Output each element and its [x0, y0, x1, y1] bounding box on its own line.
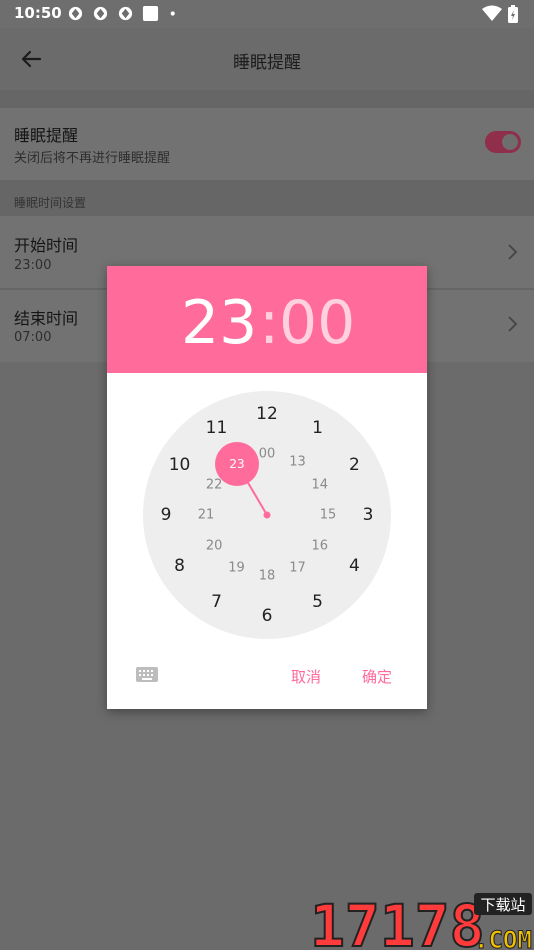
hour-outer-12[interactable]: 12: [256, 404, 278, 424]
watermark-number: 17178: [310, 892, 485, 950]
site-watermark-logo: 17178 下载站 .COM: [310, 891, 532, 950]
hour-outer-4[interactable]: 4: [349, 556, 360, 576]
clock-face[interactable]: 1212345678910110013141516171819202122232…: [143, 391, 391, 639]
hour-outer-8[interactable]: 8: [174, 556, 185, 576]
hour-inner-17[interactable]: 17: [289, 560, 306, 575]
chevron-right-icon: [508, 244, 518, 260]
watermark-domain: .COM: [474, 926, 532, 950]
hour-inner-16[interactable]: 16: [312, 538, 329, 553]
hour-outer-11[interactable]: 11: [206, 418, 228, 438]
dot-icon: [170, 11, 175, 16]
page-title: 睡眠提醒: [233, 53, 301, 73]
cancel-button[interactable]: 取消: [291, 666, 321, 687]
selected-hour-label: 23: [229, 457, 245, 471]
status-bar: 10:50: [0, 0, 534, 28]
hour-inner-21[interactable]: 21: [198, 508, 215, 523]
sync-icon: [68, 6, 83, 21]
hour-inner-18[interactable]: 18: [259, 569, 276, 584]
time-colon: :: [259, 288, 280, 358]
hour-outer-7[interactable]: 7: [211, 592, 222, 612]
reminder-subtitle: 关闭后将不再进行睡眠提醒: [14, 151, 171, 166]
time-display-header: 23 : 00: [107, 266, 427, 373]
hour-outer-6[interactable]: 6: [262, 606, 273, 626]
time-picker-dialog: 23 : 00 12 1 2 3 4 5 6 7 8 9 10 11 00 13 14 15 16 17 18 19 2…: [107, 266, 427, 709]
hour-inner-13[interactable]: 13: [289, 455, 306, 470]
ok-button[interactable]: 确定: [362, 666, 392, 687]
sync-icon: [118, 6, 133, 21]
wifi-icon: [482, 5, 502, 21]
reminder-title: 睡眠提醒: [14, 126, 79, 145]
hour-outer-1[interactable]: 1: [312, 418, 323, 438]
chevron-right-icon: [508, 316, 518, 332]
app-icon: [142, 5, 159, 22]
start-time-value: 23:00: [14, 258, 52, 273]
group-header: 睡眠时间设置: [14, 196, 87, 210]
reminder-toggle[interactable]: [485, 131, 521, 153]
clock-hand: [215, 442, 271, 519]
hour-inner-14[interactable]: 14: [312, 477, 329, 492]
hour-outer-9[interactable]: 9: [161, 505, 172, 525]
hour-inner-22[interactable]: 22: [206, 477, 223, 492]
hour-inner-15[interactable]: 15: [320, 508, 337, 523]
end-time-title: 结束时间: [14, 309, 79, 328]
hour-inner-00[interactable]: 00: [259, 447, 276, 462]
status-time: 10:50: [14, 4, 62, 22]
watermark-tag: 下载站: [480, 896, 525, 914]
app-bar: 睡眠提醒: [0, 28, 534, 90]
setting-sleep-reminder[interactable]: [0, 108, 534, 180]
hour-display[interactable]: 23: [181, 288, 257, 358]
toggle-knob: [502, 134, 518, 150]
minute-display[interactable]: 00: [279, 288, 355, 358]
hour-outer-5[interactable]: 5: [312, 592, 323, 612]
hour-outer-2[interactable]: 2: [349, 455, 360, 475]
hour-outer-10[interactable]: 10: [169, 455, 191, 475]
keyboard-icon[interactable]: [135, 666, 159, 683]
start-time-title: 开始时间: [14, 236, 79, 255]
sync-icon: [93, 6, 108, 21]
battery-icon: [508, 5, 518, 23]
end-time-value: 07:00: [14, 330, 52, 345]
hour-inner-20[interactable]: 20: [206, 538, 223, 553]
divider: [0, 90, 534, 108]
hour-inner-19[interactable]: 19: [228, 560, 245, 575]
hour-outer-3[interactable]: 3: [363, 505, 374, 525]
